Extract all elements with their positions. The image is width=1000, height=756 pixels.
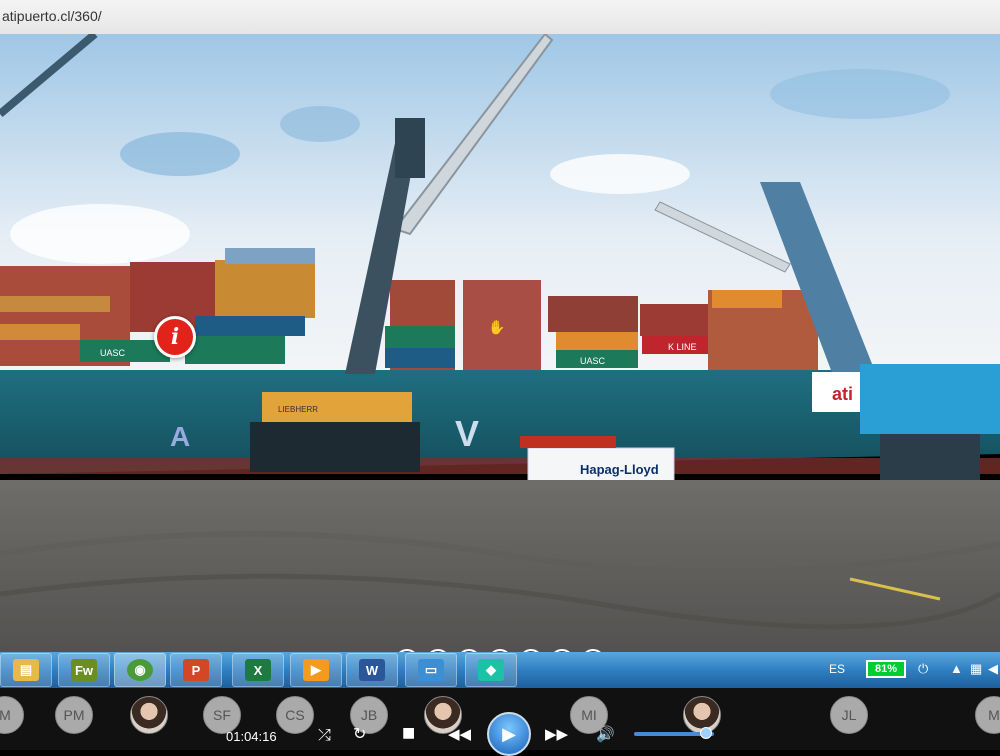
uasc-label-2: UASC <box>580 356 606 366</box>
participant-avatar[interactable]: M <box>975 696 1000 734</box>
volume-icon[interactable]: 🔊 <box>596 725 615 743</box>
taskbar-word-button[interactable]: W <box>346 653 398 687</box>
taskbar-chrome-button[interactable]: ◉ <box>114 653 166 687</box>
taskbar-photos-button[interactable]: ▭ <box>405 653 457 687</box>
volume-slider-handle[interactable] <box>700 727 712 739</box>
info-hotspot-button[interactable]: i <box>154 316 196 358</box>
hull-waterline <box>0 458 1000 474</box>
taskbar-excel-button[interactable]: X <box>232 653 284 687</box>
repeat-icon[interactable]: ↻ <box>353 724 366 743</box>
uasc-label: UASC <box>100 348 126 358</box>
fireworks-icon: Fw <box>71 659 97 681</box>
participant-avatar[interactable]: PM <box>55 696 93 734</box>
speaker-icon[interactable]: ◀ <box>988 661 998 677</box>
battery-indicator[interactable]: 81% <box>866 660 906 678</box>
address-bar[interactable]: atipuerto.cl/360/ <box>0 0 1000 35</box>
play-button[interactable]: ▶ <box>487 712 531 756</box>
hull-letter-a: A <box>170 421 190 452</box>
rewind-icon[interactable]: ◀◀ <box>448 725 471 743</box>
hand-cursor-icon: ✋ <box>488 319 506 335</box>
play-icon: ▶ <box>502 723 516 744</box>
participant-avatar[interactable]: M <box>0 696 24 734</box>
filmora-icon: ◆ <box>478 659 504 681</box>
taskbar-media-player-button[interactable]: ▶ <box>290 653 342 687</box>
photos-icon: ▭ <box>418 659 444 681</box>
playback-time: 01:04:16 <box>226 729 277 744</box>
taskbar-filmora-button[interactable]: ◆ <box>465 653 517 687</box>
chrome-icon: ◉ <box>127 659 153 681</box>
liebherr-label: LIEBHERR <box>278 405 318 414</box>
url-text[interactable]: atipuerto.cl/360/ <box>2 8 102 24</box>
media-player-icon: ▶ <box>303 659 329 681</box>
word-icon: W <box>359 659 385 681</box>
powerpoint-icon: P <box>183 659 209 681</box>
shuffle-icon[interactable]: ⤮ <box>318 725 331 745</box>
hapag-lloyd-label: Hapag-Lloyd <box>580 462 659 477</box>
power-plug-icon[interactable]: ⏻ <box>918 661 928 677</box>
participant-avatar[interactable]: JL <box>830 696 868 734</box>
panorama-scene: UASC UASC K LINE A V LIEBHERR ati Hapag-… <box>0 34 1000 652</box>
language-indicator[interactable]: ES <box>829 662 845 676</box>
tray-expand-icon[interactable]: ▲ <box>950 661 963 676</box>
folder-icon: ▤ <box>13 659 39 681</box>
spreader <box>520 436 616 448</box>
ati-logo: ati <box>832 384 853 404</box>
network-icon[interactable]: ▦ <box>970 661 982 677</box>
stop-icon[interactable]: ■ <box>402 725 415 741</box>
fast-forward-icon[interactable]: ▶▶ <box>545 725 568 743</box>
taskbar-fireworks-button[interactable]: Fw <box>58 653 110 687</box>
taskbar: ▤ Fw ◉ P X ▶ W ▭ ◆ ES 81% ⏻ ▲ ▦ ◀ <box>0 652 1000 688</box>
taskbar-powerpoint-button[interactable]: P <box>170 653 222 687</box>
participant-avatar[interactable]: CS <box>276 696 314 734</box>
participant-avatar-photo[interactable] <box>130 696 168 734</box>
taskbar-explorer-button[interactable]: ▤ <box>0 653 52 687</box>
excel-icon: X <box>245 659 271 681</box>
panorama-viewer[interactable]: UASC UASC K LINE A V LIEBHERR ati Hapag-… <box>0 34 1000 652</box>
hull-letter-v: V <box>455 413 479 454</box>
kline-label: K LINE <box>668 342 697 352</box>
